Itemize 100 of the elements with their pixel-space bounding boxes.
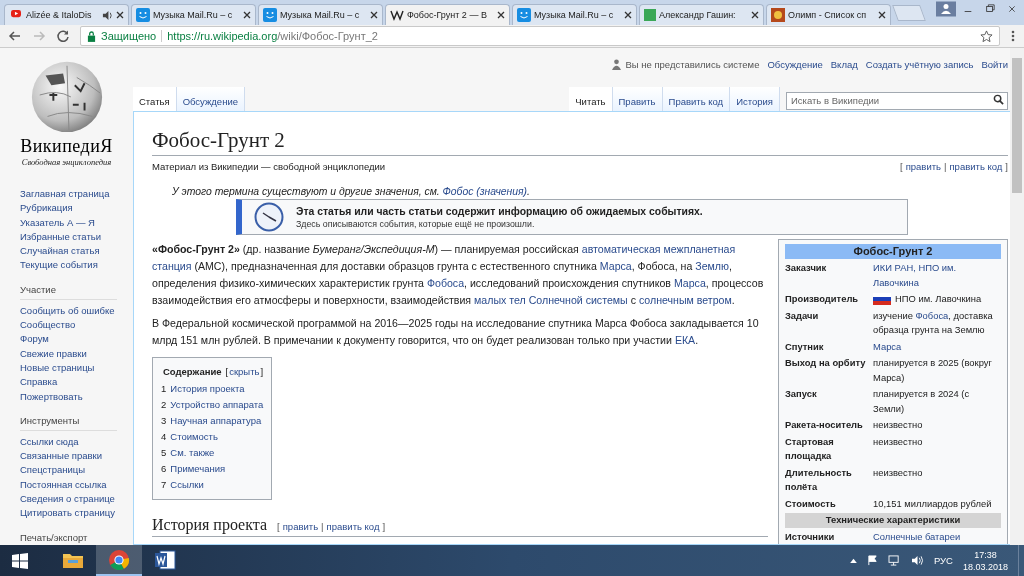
page-tab[interactable]: Статья xyxy=(133,87,177,111)
page-tab[interactable]: История xyxy=(730,87,780,111)
reload-icon[interactable] xyxy=(56,29,70,43)
sidebar-link[interactable]: Новые страницы xyxy=(20,360,133,376)
speaker-icon[interactable] xyxy=(910,555,924,566)
page-tab[interactable]: Править xyxy=(612,87,663,111)
text-link[interactable]: ИКИ РАН, НПО им. Лавочкина xyxy=(873,261,1001,290)
tab-title: Александр Гашин: xyxy=(659,10,737,20)
user-icon[interactable] xyxy=(936,0,956,18)
bracket: ] xyxy=(382,521,386,532)
sidebar-link[interactable]: Рубрикация xyxy=(20,201,133,216)
scrollbar[interactable] xyxy=(1010,48,1024,545)
text-link[interactable]: Марса xyxy=(673,277,706,289)
page-tab[interactable]: Обсуждение xyxy=(176,87,245,111)
back-arrow-icon[interactable] xyxy=(8,29,22,43)
text-link[interactable]: Марса xyxy=(599,260,632,272)
close-icon[interactable] xyxy=(370,11,378,19)
close-icon[interactable] xyxy=(243,11,251,19)
browser-tab[interactable]: Фобос-Грунт 2 — В xyxy=(385,4,510,25)
text-link[interactable]: Солнечные батареи xyxy=(873,529,961,544)
paragraph: В Федеральной космической программой на 2016—2025 годы на исследование спутника Марса Фобоса закладывается 10 млрд 151 млн рублей. В примечании к документу говорится, что он будет реализован только при участии ЕКА. xyxy=(152,316,760,348)
toc-link[interactable]: Ссылки xyxy=(170,477,204,493)
sidebar-link[interactable]: Цитировать страницу xyxy=(20,506,133,521)
toc-link[interactable]: Примечания xyxy=(170,461,226,477)
sidebar-link[interactable]: Сообщить об ошибке xyxy=(20,303,133,319)
sidebar-link[interactable]: Постоянная ссылка xyxy=(20,477,133,493)
infobox-value: изучение Фобоса, доставка образца грунта на Землю xyxy=(873,308,994,337)
sidebar-link[interactable]: Случайная статья xyxy=(20,244,133,259)
page-tab[interactable]: Читать xyxy=(569,87,613,111)
close-icon[interactable] xyxy=(878,11,886,19)
sidebar-link[interactable]: Указатель А — Я xyxy=(20,215,133,230)
hide-link[interactable]: скрыть xyxy=(229,366,260,377)
sidebar-link[interactable]: Текущие события xyxy=(20,258,133,273)
text-link[interactable]: малых тел Солнечной системы xyxy=(474,294,628,306)
sidebar-link[interactable]: Связанные правки xyxy=(20,449,133,464)
toc-link[interactable]: Устройство аппарата xyxy=(170,397,264,413)
close-icon[interactable] xyxy=(497,11,505,19)
sidebar-link[interactable]: Заглавная страница xyxy=(20,187,133,202)
toc-link[interactable]: Стоимость xyxy=(170,429,218,445)
edit-link[interactable]: править xyxy=(282,521,319,532)
toc-link[interactable]: История проекта xyxy=(170,381,245,397)
browser-tab[interactable]: Музыка Mail.Ru – с xyxy=(512,4,637,25)
separator: | xyxy=(944,161,947,172)
page-subtitle: Материал из Википедии — свободной энциклопедии xyxy=(152,161,386,172)
star-icon[interactable] xyxy=(980,29,993,43)
sidebar-link[interactable]: Избранные статьи xyxy=(20,229,133,245)
infobox-label: Выход на орбиту xyxy=(785,356,867,370)
edit-link[interactable]: править xyxy=(905,161,941,172)
address-bar[interactable]: Защищено https://ru.wikipedia.org/wiki/Фобос-Грунт_2 xyxy=(80,26,1000,46)
account-link[interactable]: Создать учётную запись xyxy=(865,58,974,70)
sidebar-link[interactable]: Сведения о странице xyxy=(20,492,133,507)
sidebar-link[interactable]: Сообщество xyxy=(20,318,133,333)
sidebar-link[interactable]: Пожертвовать xyxy=(20,389,133,404)
infobox-label: Запуск xyxy=(785,387,818,401)
text-link[interactable]: Марса xyxy=(873,339,902,354)
clock-time[interactable]: 17:38 xyxy=(974,548,997,561)
tab-title: Музыка Mail.Ru – с xyxy=(534,10,615,20)
infobox-label: Стоимость xyxy=(785,496,837,511)
search-field[interactable]: Искать в Википедии xyxy=(786,91,1008,110)
sidebar-link[interactable]: Форум xyxy=(20,332,133,347)
infobox-label: Источники xyxy=(785,529,836,544)
windows-start-icon[interactable] xyxy=(12,552,28,569)
browser-tab[interactable]: Музыка Mail.Ru – с xyxy=(131,4,256,25)
text-link[interactable]: Землю xyxy=(695,260,729,272)
search-icon[interactable] xyxy=(993,93,1004,105)
network-icon[interactable] xyxy=(887,555,901,566)
text-link[interactable]: станция xyxy=(152,260,192,272)
account-link[interactable]: Обсуждение xyxy=(767,58,823,70)
flag-icon[interactable] xyxy=(866,555,878,566)
infobox-value: неизвестно xyxy=(873,418,923,432)
menu-icon[interactable] xyxy=(1010,29,1016,43)
text-link[interactable]: солнечным ветром xyxy=(638,294,732,306)
browser-tab[interactable]: Александр Гашин: xyxy=(639,4,764,25)
browser-tab[interactable]: Alizée & ItaloDis xyxy=(4,4,129,25)
account-link[interactable]: Вклад xyxy=(830,58,858,70)
edit-link[interactable]: править код xyxy=(326,521,380,532)
toc-link[interactable]: См. также xyxy=(170,445,215,461)
language-indicator[interactable]: РУС xyxy=(933,555,953,566)
browser-tab[interactable]: Музыка Mail.Ru – с xyxy=(258,4,383,25)
close-icon[interactable] xyxy=(624,11,632,19)
sidebar-link[interactable]: Спецстраницы xyxy=(20,463,133,478)
toc-number: 1 xyxy=(161,382,167,396)
toc-link[interactable]: Научная аппаратура xyxy=(170,413,262,429)
sidebar-link[interactable]: Справка xyxy=(20,375,133,390)
page-tab[interactable]: Править код xyxy=(662,87,731,111)
close-icon[interactable] xyxy=(751,11,759,19)
tab-title: Музыка Mail.Ru – с xyxy=(280,10,361,20)
text-link[interactable]: автоматическая межпланетная xyxy=(581,243,736,255)
tab-title: Музыка Mail.Ru – с xyxy=(153,10,234,20)
sidebar-link[interactable]: Ссылки сюда xyxy=(20,434,133,450)
edit-link[interactable]: править код xyxy=(949,161,1003,172)
wikipedia-w-icon xyxy=(390,8,404,22)
clock-date[interactable]: 18.03.2018 xyxy=(962,560,1008,573)
close-icon[interactable] xyxy=(116,11,124,19)
section-heading: Участие xyxy=(20,283,117,300)
caret-up-icon[interactable] xyxy=(849,558,857,563)
sidebar-link[interactable]: Свежие правки xyxy=(20,346,133,361)
account-link[interactable]: Войти xyxy=(981,58,1008,70)
bracket: [ xyxy=(225,366,229,377)
browser-tab[interactable]: Олимп - Список сп xyxy=(766,4,891,25)
